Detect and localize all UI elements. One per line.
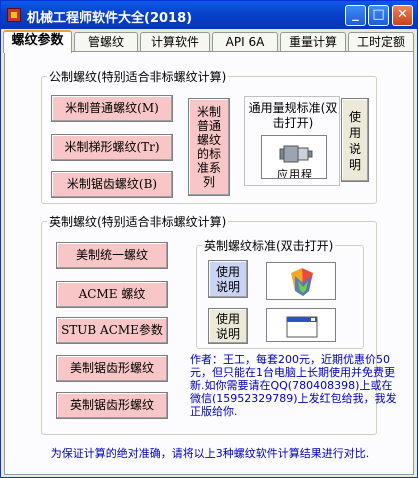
title-bar[interactable]: 机械工程师软件大全(2018) _ □ ✕ [1,1,417,29]
acme-thread-button[interactable]: ACME 螺纹 [56,281,168,308]
imperial-usage-button-2[interactable]: 使用说明 [208,308,248,344]
app-window: 机械工程师软件大全(2018) _ □ ✕ 螺纹参数 管螺纹 计算软件 API … [0,0,418,478]
metric-standard-series-button[interactable]: 米制普通螺纹的标准系列 [188,98,230,196]
unified-thread-button[interactable]: 美制统一螺纹 [56,242,168,269]
tab-thread-params[interactable]: 螺纹参数 [3,30,72,53]
metric-buttress-thread-button[interactable]: 米制锯齿螺纹(B) [51,171,173,198]
tab-pipe-thread[interactable]: 管螺纹 [74,32,138,51]
window-title: 机械工程师软件大全(2018) [27,11,193,26]
tab-labor-hours[interactable]: 工时定额 [348,32,414,51]
gauge-standard-label: 通用量规标准(双击打开) [248,101,338,130]
tab-calc-software[interactable]: 计算软件 [140,32,210,51]
metric-trapezoidal-thread-button[interactable]: 米制梯形螺纹(Tr) [51,134,173,161]
imperial-standard-legend: 英制螺纹标准(双击打开) [204,239,334,253]
imperial-standard-object-2[interactable] [266,308,336,342]
metric-normal-thread-button[interactable]: 米制普通螺纹(M) [51,95,173,122]
maximize-button[interactable]: □ [368,5,389,26]
us-buttress-thread-button[interactable]: 美制锯齿形螺纹 [56,355,168,382]
uk-buttress-thread-button[interactable]: 英制锯齿形螺纹 [56,392,168,419]
close-button[interactable]: ✕ [392,5,413,26]
metric-group-legend: 公制螺纹(特别适合非标螺纹计算) [49,70,227,84]
imperial-usage-button-1[interactable]: 使用说明 [208,260,248,298]
author-note: 作者：王工，每套200元，近期优惠价50元，但只能在1台电脑上长期使用并免费更新… [190,353,397,418]
imperial-standard-object-1[interactable] [266,262,336,300]
app-icon[interactable] [7,8,21,22]
gauge-standard-object[interactable]: 应用程 [261,135,327,179]
gauge-app-caption: 应用程 [277,168,313,179]
tab-weight-calc[interactable]: 重量计算 [280,32,346,51]
tab-api-6a[interactable]: API 6A [212,32,278,51]
metric-usage-button[interactable]: 使用说明 [341,98,369,182]
footer-note: 为保证计算的绝对准确，请将以上3种螺纹软件计算结果进行对比. [50,447,370,460]
stub-acme-button[interactable]: STUB ACME参数 [56,317,168,344]
office-document-icon [291,268,313,296]
minimize-button[interactable]: _ [345,5,366,26]
imperial-group-legend: 英制螺纹(特别适合非标螺纹计算) [49,215,227,229]
window-app-icon [286,316,318,338]
